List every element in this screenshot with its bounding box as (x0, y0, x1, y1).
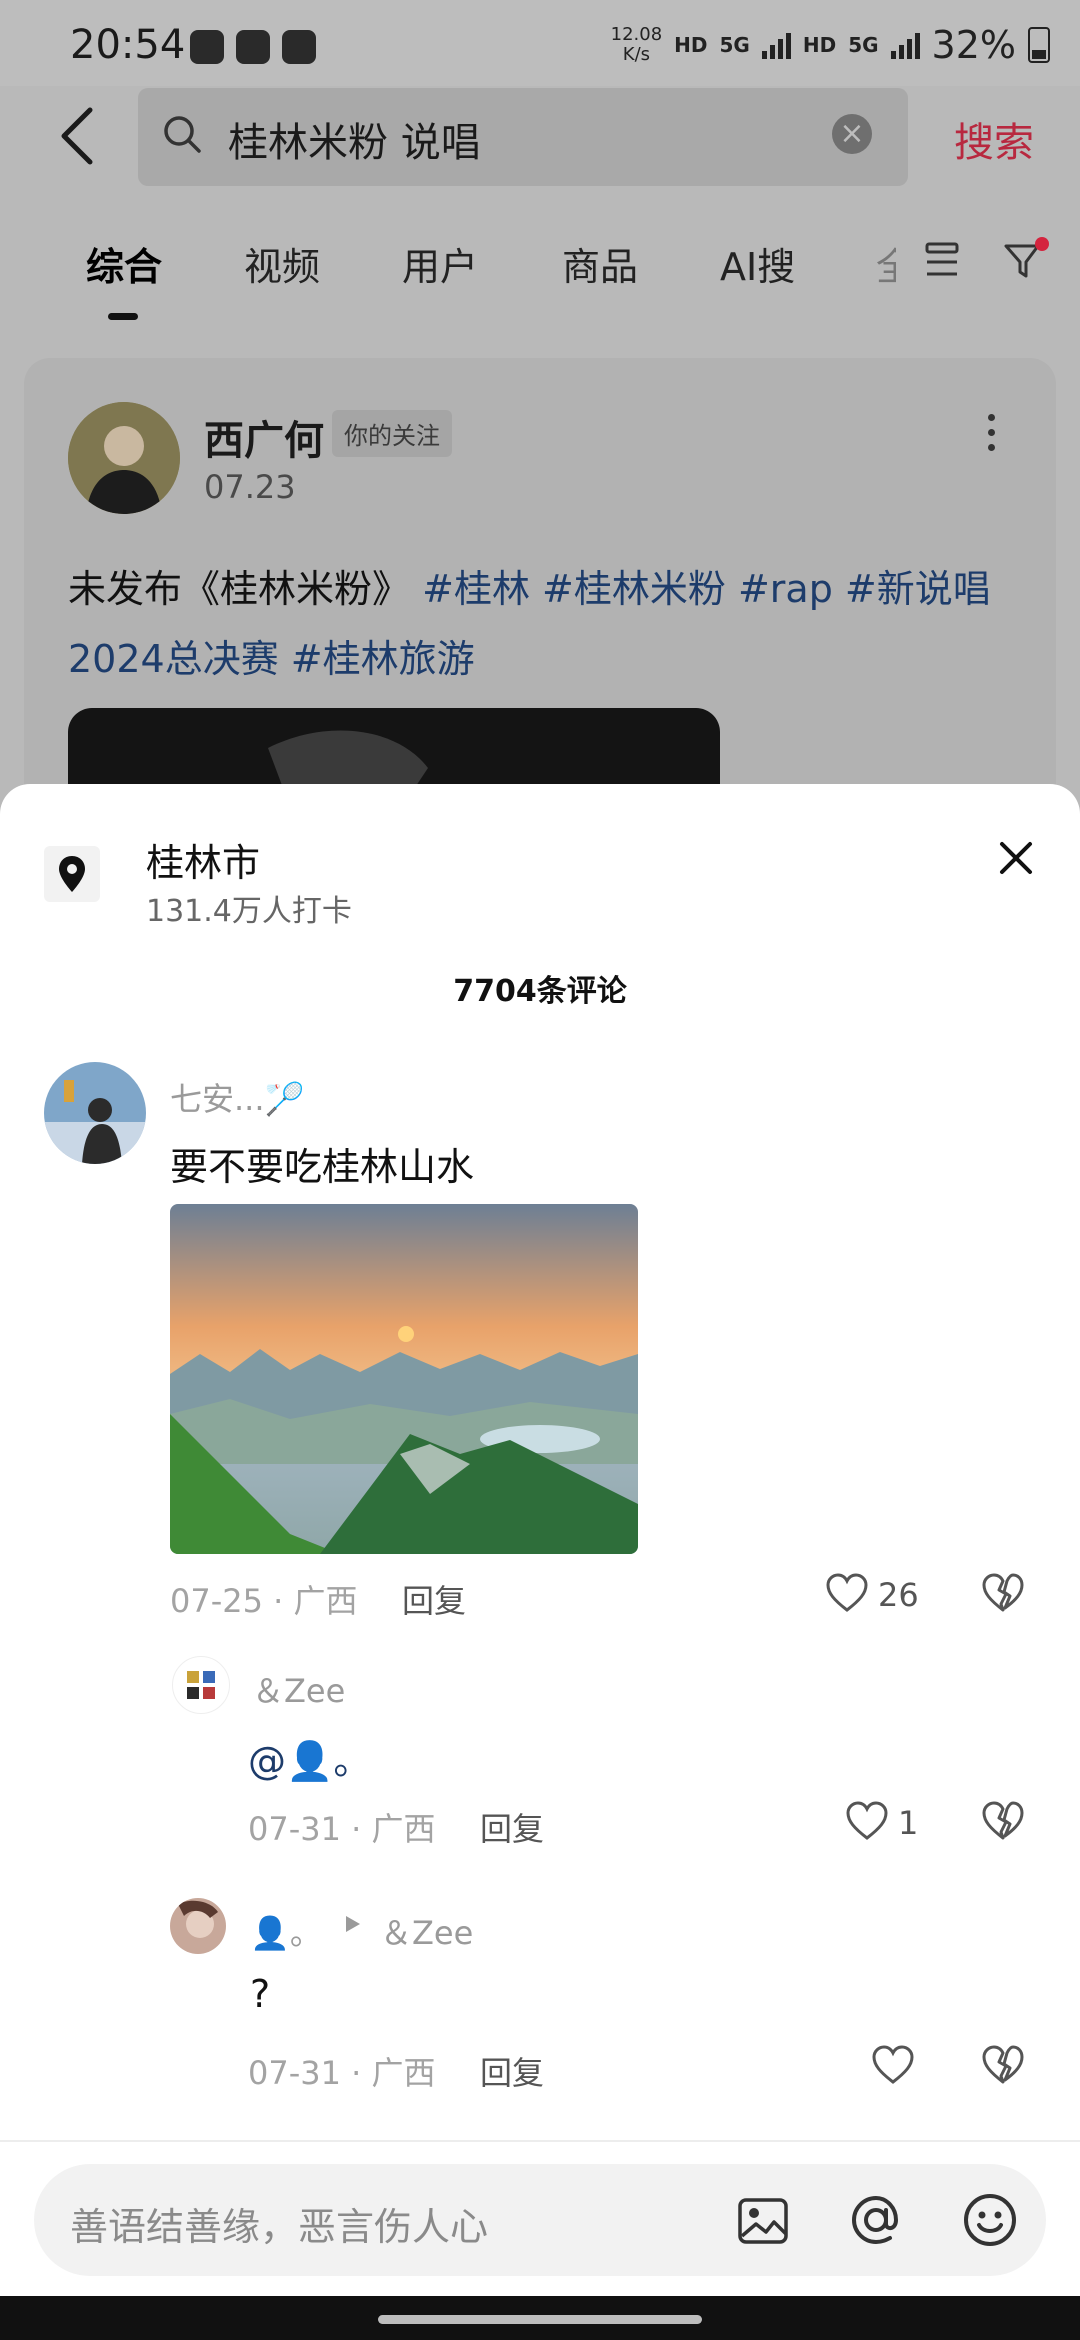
net-speed-unit: K/s (622, 44, 651, 65)
commenter-avatar[interactable] (172, 1656, 230, 1714)
active-tab-indicator (108, 313, 138, 320)
signal-icon (761, 31, 791, 59)
commenter-avatar[interactable] (44, 1062, 146, 1164)
comment-meta: 07-31 · 广西 (248, 1810, 436, 1848)
network-type-label: 5G (848, 33, 879, 57)
post-text[interactable]: 未发布《桂林米粉》 #桂林 #桂林米粉 #rap #新说唱 2024总决赛 #桂… (68, 554, 1018, 694)
comment-username[interactable]: 七安...🏸 (170, 1074, 304, 1120)
post-date: 07.23 (204, 468, 296, 506)
like-count: 1 (898, 1804, 919, 1842)
follow-badge: 你的关注 (332, 410, 452, 457)
dislike-broken-heart-icon[interactable] (980, 2044, 1026, 2086)
comment-count: 7704条评论 (453, 974, 627, 1009)
battery-percent: 32% (931, 23, 1016, 67)
dislike-broken-heart-icon[interactable] (980, 1572, 1026, 1614)
reply-button[interactable]: 回复 (480, 2048, 544, 2094)
comment-text[interactable]: 要不要吃桂林山水 (170, 1136, 474, 1191)
author-name[interactable]: 西广何 (204, 408, 324, 466)
tab-ai-search[interactable]: AI搜 (720, 236, 795, 291)
app-notification-icon (282, 30, 316, 64)
comment-input-placeholder[interactable]: 善语结善缘，恶言伤人心 (70, 2196, 488, 2251)
reply-button[interactable]: 回复 (402, 1576, 466, 1622)
comment-meta: 07-31 · 广西 (248, 2054, 436, 2092)
network-type-label: 5G (719, 33, 750, 57)
author-avatar-image (68, 402, 180, 514)
close-icon[interactable] (994, 836, 1038, 880)
battery-icon (1028, 27, 1050, 63)
dislike-broken-heart-icon[interactable] (980, 1800, 1026, 1842)
status-time: 20:54 (70, 22, 186, 68)
like-count: 26 (878, 1576, 919, 1614)
net-speed-value: 12.08 (610, 24, 663, 45)
location-name[interactable]: 桂林市 (146, 832, 260, 887)
post-hashtags[interactable]: 2024总决赛 #桂林旅游 (68, 637, 475, 681)
location-pin-icon[interactable] (44, 846, 100, 902)
tab-products[interactable]: 商品 (562, 236, 638, 291)
tab-users[interactable]: 用户 (402, 236, 478, 291)
comment-username[interactable]: 👤。 (250, 1908, 322, 1954)
like-heart-icon[interactable] (824, 1572, 870, 1614)
back-arrow-icon[interactable] (56, 106, 96, 166)
gallery-notification-icon (190, 30, 224, 64)
comment-text[interactable]: @👤。 (248, 1730, 371, 1785)
post-hashtags[interactable]: #桂林 #桂林米粉 #rap #新说唱 (422, 567, 991, 611)
like-heart-icon[interactable] (844, 1800, 890, 1842)
reply-button[interactable]: 回复 (480, 1804, 544, 1850)
comment-meta: 07-25 · 广西 (170, 1582, 358, 1620)
comment-image[interactable] (170, 1204, 638, 1554)
tab-video[interactable]: 视频 (244, 236, 320, 291)
clear-search-icon[interactable]: × (832, 114, 872, 154)
comment-sheet (0, 784, 1080, 2340)
tab-comprehensive[interactable]: 综合 (86, 236, 162, 291)
home-indicator[interactable] (378, 2315, 702, 2324)
image-picker-icon[interactable] (736, 2194, 790, 2248)
filter-icon[interactable] (1002, 236, 1050, 284)
mention-at-icon[interactable] (846, 2190, 906, 2250)
tab-more-partial[interactable]: 全 (876, 236, 896, 291)
status-right: 12.08 K/s HD 5G HD 5G 32% (611, 20, 1050, 70)
search-icon (164, 116, 201, 153)
more-options-icon[interactable] (988, 414, 998, 459)
landscape-photo (170, 1204, 638, 1554)
search-tabs: 综合 视频 用户 商品 AI搜 全 (0, 222, 1080, 332)
reply-to-username[interactable]: ＆Zee (380, 1908, 473, 1954)
search-button[interactable]: 搜索 (954, 110, 1034, 168)
post-text-plain: 未发布《桂林米粉》 (68, 567, 411, 611)
like-heart-icon[interactable] (870, 2044, 916, 2086)
hd-label: HD (674, 33, 708, 57)
app-notification-icon (236, 30, 270, 64)
emoji-icon[interactable] (960, 2190, 1020, 2250)
comment-text[interactable]: ? (250, 1972, 270, 2016)
search-input[interactable]: 桂林米粉 说唱 (228, 110, 481, 168)
comment-username[interactable]: ＆Zee (252, 1666, 345, 1712)
author-avatar[interactable] (68, 402, 180, 514)
location-checkins: 131.4万人打卡 (146, 894, 352, 929)
reply-arrow-icon (346, 1916, 360, 1932)
list-icon[interactable] (924, 240, 960, 280)
commenter-avatar[interactable] (170, 1898, 226, 1954)
hd-label: HD (802, 33, 837, 57)
divider (0, 2140, 1080, 2142)
net-speed: 12.08 K/s (611, 25, 663, 65)
signal-icon (890, 31, 920, 59)
